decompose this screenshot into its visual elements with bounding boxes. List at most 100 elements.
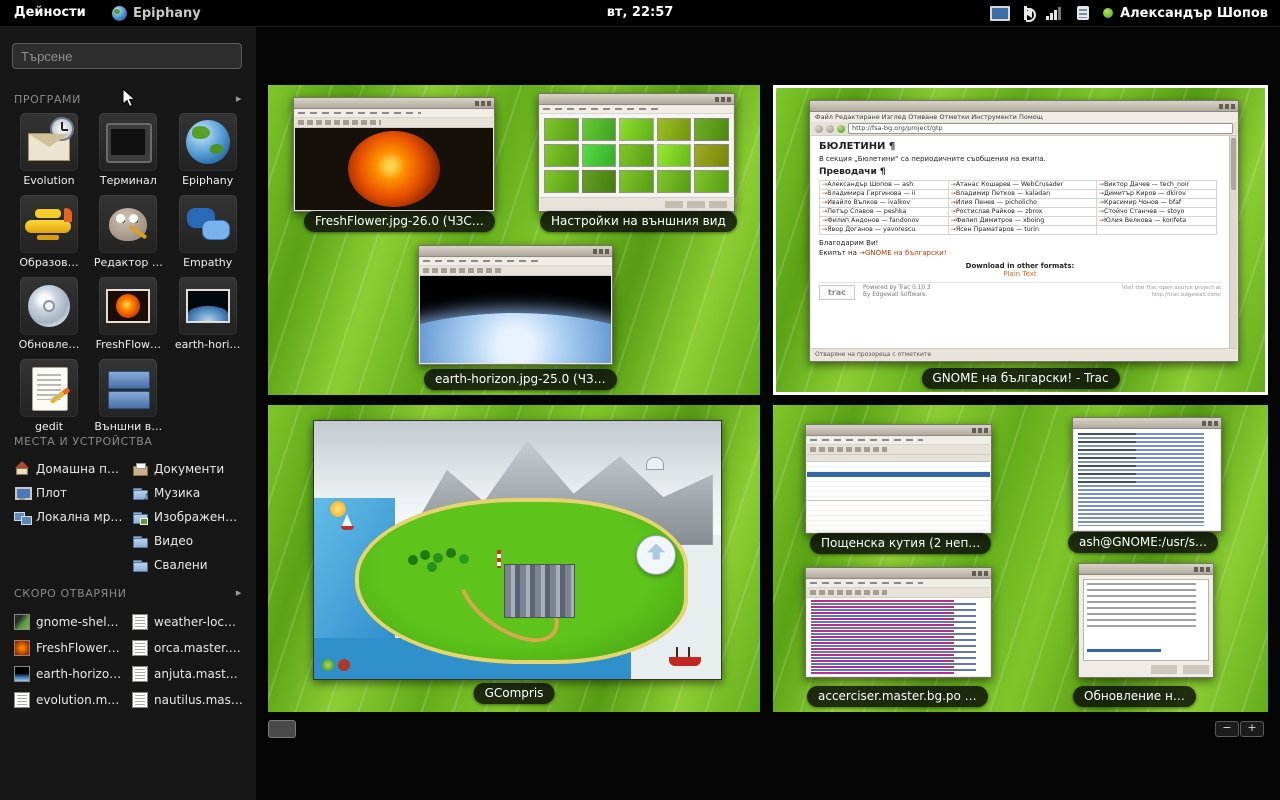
workspace-pager[interactable]	[268, 720, 296, 738]
gcompris-ship	[669, 657, 701, 666]
place-item-desktop[interactable]: Плот	[14, 481, 130, 505]
recent-item[interactable]: weather-loc…	[132, 609, 248, 635]
window-title-label[interactable]: accerciser.master.bg.po …	[807, 686, 988, 707]
workspace-1[interactable]: FreshFlower.jpg-26.0 (ЧЗС… Настройки на …	[268, 85, 760, 395]
search-input[interactable]	[12, 43, 242, 69]
clipboard-icon[interactable]	[1077, 6, 1089, 20]
app-item-gedit[interactable]: gedit	[10, 357, 88, 437]
volume-icon[interactable]	[1024, 8, 1032, 18]
window-thumbnail-mailbox[interactable]	[805, 424, 992, 534]
trac-table-cell: →Димитър Киров — dkirov	[1096, 190, 1216, 199]
desktop-icon	[14, 485, 30, 501]
trac-table-cell: →Ясен Праматаров — turin	[948, 226, 1096, 235]
app-item-freshflower[interactable]: FreshFlow…	[89, 275, 167, 355]
app-menu-label: Epiphany	[133, 6, 201, 21]
url-bar: http://fsa-bg.org/project/gtp	[848, 123, 1233, 134]
window-thumbnail-trac-browser[interactable]: Файл Редактиране Изглед Отиване Отметки …	[809, 100, 1239, 362]
place-item-videos[interactable]: Видео	[132, 529, 248, 553]
app-label: FreshFlow…	[89, 338, 167, 351]
status-area: Александър Шопов	[990, 0, 1272, 26]
window-title-label[interactable]: Пощенска кутия (2 неп…	[810, 533, 991, 554]
recent-item[interactable]: gnome-shel…	[14, 609, 130, 635]
recent-item[interactable]: earth-horizo…	[14, 661, 130, 687]
app-item-earth-horizon[interactable]: earth-hori…	[169, 275, 247, 355]
app-item-gimp[interactable]: Редактор …	[89, 193, 167, 273]
place-item-music[interactable]: ♪ Музика	[132, 481, 248, 505]
flower-thumbnail-icon	[14, 640, 30, 656]
window-title-label[interactable]: GCompris	[474, 683, 555, 704]
workspace-4[interactable]: Пощенска кутия (2 неп… ash@GNOME:/usr/s……	[773, 405, 1268, 712]
workspace-3[interactable]: GCompris	[268, 405, 760, 712]
app-item-gcompris[interactable]: Образов…	[10, 193, 88, 273]
recent-column-2: weather-loc… orca.master.… anjuta.mast… …	[132, 609, 248, 713]
activities-button[interactable]: Дейности	[0, 0, 100, 26]
place-item-pictures[interactable]: Изображен…	[132, 505, 248, 529]
app-item-evolution[interactable]: Evolution	[10, 111, 88, 191]
places-column-1: Домашна п… Плот Локална мр…	[14, 457, 130, 529]
window-menubar	[295, 109, 493, 118]
app-item-empathy[interactable]: Empathy	[169, 193, 247, 273]
place-item-downloads[interactable]: Свалени	[132, 553, 248, 577]
document-thumbnail-icon	[132, 614, 148, 630]
documents-icon	[132, 461, 148, 477]
place-item-documents[interactable]: Документи	[132, 457, 248, 481]
recent-section-header: СКОРО ОТВАРЯНИ ▸	[14, 587, 242, 600]
place-item-network[interactable]: Локална мр…	[14, 505, 130, 529]
recent-item[interactable]: nautilus.mas…	[132, 687, 248, 713]
app-label: gedit	[10, 420, 88, 433]
workspace-2-active[interactable]: Файл Редактиране Изглед Отиване Отметки …	[773, 85, 1268, 395]
display-icon[interactable]	[990, 6, 1010, 21]
user-menu[interactable]: Александър Шопов	[1103, 6, 1272, 21]
window-title-label[interactable]: Настройки на външния вид	[540, 211, 737, 232]
forward-icon	[826, 125, 834, 133]
availability-status-icon	[1103, 8, 1113, 18]
trac-table-cell: →Филип Андонов — fandonov	[820, 217, 949, 226]
recent-item[interactable]: evolution.m…	[14, 687, 130, 713]
top-bar: Дейности Epiphany вт, 22:57 Александър Ш…	[0, 0, 1280, 27]
place-item-home[interactable]: Домашна п…	[14, 457, 130, 481]
network-signal-icon[interactable]	[1046, 7, 1063, 20]
page-heading: Преводачи ¶	[819, 167, 1221, 177]
recent-item[interactable]: orca.master.…	[132, 635, 248, 661]
add-workspace-button[interactable]: +	[1240, 721, 1264, 737]
programs-expand-arrow-icon[interactable]: ▸	[236, 92, 242, 105]
window-title-label[interactable]: earth-horizon.jpg-25.0 (ЧЗ…	[424, 369, 617, 390]
remove-workspace-button[interactable]: −	[1215, 721, 1239, 737]
earth-thumbnail-icon	[14, 666, 30, 682]
app-menu[interactable]: Epiphany	[112, 0, 201, 26]
window-title-label[interactable]: GNOME на български! - Trac	[921, 368, 1119, 389]
window-title-label[interactable]: Обновление н…	[1073, 686, 1196, 707]
window-thumbnail-appearance[interactable]	[538, 93, 735, 212]
app-item-external-drives[interactable]: Външни в…	[89, 357, 167, 437]
app-label: Външни в…	[89, 420, 167, 433]
downloads-folder-icon	[132, 557, 148, 573]
window-thumbnail-po-editor[interactable]	[805, 567, 992, 678]
window-thumbnail-terminal[interactable]	[1072, 417, 1222, 532]
recent-item[interactable]: FreshFlower…	[14, 635, 130, 661]
dialog-button-row	[540, 197, 733, 210]
clock[interactable]: вт, 22:57	[607, 0, 674, 26]
recent-item[interactable]: anjuta.mast…	[132, 661, 248, 687]
window-title-label[interactable]: FreshFlower.jpg-26.0 (ЧЗС…	[304, 211, 495, 232]
document-thumbnail-icon	[132, 640, 148, 656]
recent-expand-arrow-icon[interactable]: ▸	[236, 586, 242, 599]
window-thumbnail-earth-horizon[interactable]	[418, 245, 613, 365]
window-thumbnail-update[interactable]	[1078, 563, 1214, 678]
thanks-text: Благодарим Ви!	[819, 239, 1221, 247]
app-item-software-update[interactable]: Обновле…	[10, 275, 88, 355]
visit-text: Visit the Trac open source project at ht…	[1103, 285, 1221, 298]
flower-photo-icon	[100, 278, 156, 334]
gcompris-badge	[636, 535, 676, 575]
app-item-terminal[interactable]: Терминал	[89, 111, 167, 191]
recent-column-1: gnome-shel… FreshFlower… earth-horizo… e…	[14, 609, 130, 713]
trac-table-cell: →Явор Доганов — yavorescu	[820, 226, 949, 235]
window-toolbar	[420, 266, 611, 276]
window-title-label[interactable]: ash@GNOME:/usr/s…	[1068, 532, 1218, 553]
terminal-icon	[100, 114, 156, 170]
window-thumbnail-freshflower[interactable]	[293, 97, 495, 212]
wallpaper-grid	[544, 118, 729, 193]
app-item-epiphany[interactable]: Epiphany	[169, 111, 247, 191]
reload-icon	[837, 125, 845, 133]
window-thumbnail-gcompris[interactable]	[313, 420, 722, 680]
update-buttons	[1151, 665, 1209, 674]
